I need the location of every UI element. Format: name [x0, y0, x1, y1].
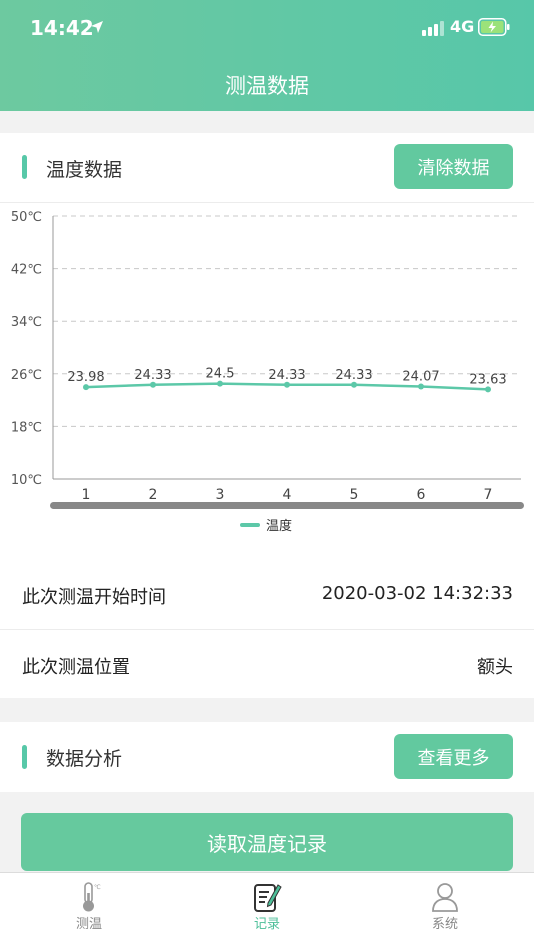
- x-tick-label: 5: [350, 487, 359, 503]
- legend-swatch: [240, 523, 260, 527]
- section-title-analysis: 数据分析: [46, 748, 123, 770]
- x-tick-label: 7: [484, 487, 493, 503]
- signal-icon: [422, 21, 444, 36]
- status-time: 14:42: [30, 16, 94, 40]
- x-tick-label: 6: [417, 487, 426, 503]
- page-title: 测温数据: [225, 74, 309, 98]
- data-label: 23.63: [469, 372, 506, 387]
- network-type: 4G: [450, 17, 475, 36]
- x-tick-label: 4: [283, 487, 292, 503]
- horizontal-scrollbar: [50, 502, 524, 509]
- temperature-chart: 10℃ 18℃ 26℃ 34℃ 42℃ 50℃ 1 2 3 4 5 6 7 23.98 24.33 24.5 2…: [11, 210, 524, 534]
- tab-measure[interactable]: ℃ 测温: [0, 873, 178, 950]
- x-tick-label: 2: [149, 487, 158, 503]
- position-value: 额头: [477, 657, 513, 678]
- divider: [0, 629, 534, 630]
- position-label: 此次测温位置: [22, 657, 130, 678]
- tab-label: 测温: [75, 917, 102, 932]
- section-accent-bar: [22, 155, 27, 179]
- y-tick-label: 10℃: [11, 473, 42, 488]
- start-time-label: 此次测温开始时间: [22, 587, 166, 608]
- user-icon: [432, 883, 458, 912]
- legend-label: 温度: [266, 518, 292, 534]
- x-tick-label: 1: [82, 487, 91, 503]
- analysis-card: 数据分析 查看更多: [0, 722, 534, 792]
- data-label: 24.33: [335, 368, 372, 383]
- data-label: 23.98: [67, 370, 104, 385]
- data-label: 24.5: [206, 367, 235, 382]
- svg-text:℃: ℃: [94, 884, 101, 891]
- x-tick-label: 3: [216, 487, 225, 503]
- tab-system[interactable]: 系统: [356, 873, 534, 950]
- y-tick-label: 42℃: [11, 263, 42, 278]
- y-tick-label: 50℃: [11, 210, 42, 225]
- y-tick-label: 26℃: [11, 368, 42, 383]
- read-records-button[interactable]: 读取温度记录: [21, 813, 513, 871]
- data-label: 24.33: [134, 368, 171, 383]
- location-arrow-icon: [91, 21, 103, 33]
- tab-records[interactable]: 记录: [178, 873, 356, 950]
- y-tick-label: 18℃: [11, 420, 42, 435]
- section-title-temperature: 温度数据: [46, 159, 123, 181]
- divider: [0, 202, 534, 203]
- start-time-value: 2020-03-02 14:32:33: [321, 583, 513, 604]
- header: 14:42 4G 测温数据: [0, 0, 534, 111]
- y-tick-label: 34℃: [11, 315, 42, 330]
- data-label: 24.33: [268, 368, 305, 383]
- tab-label: 记录: [253, 917, 280, 932]
- view-more-button[interactable]: 查看更多: [394, 734, 513, 779]
- tab-bar: ℃ 测温 记录 系统: [0, 872, 534, 950]
- section-accent-bar: [22, 745, 27, 769]
- thermometer-icon: ℃: [83, 882, 101, 912]
- data-label: 24.07: [402, 369, 439, 384]
- battery-charging-icon: [478, 18, 510, 36]
- tab-label: 系统: [431, 917, 458, 932]
- record-edit-icon: [254, 884, 282, 912]
- clear-data-button[interactable]: 清除数据: [394, 144, 513, 189]
